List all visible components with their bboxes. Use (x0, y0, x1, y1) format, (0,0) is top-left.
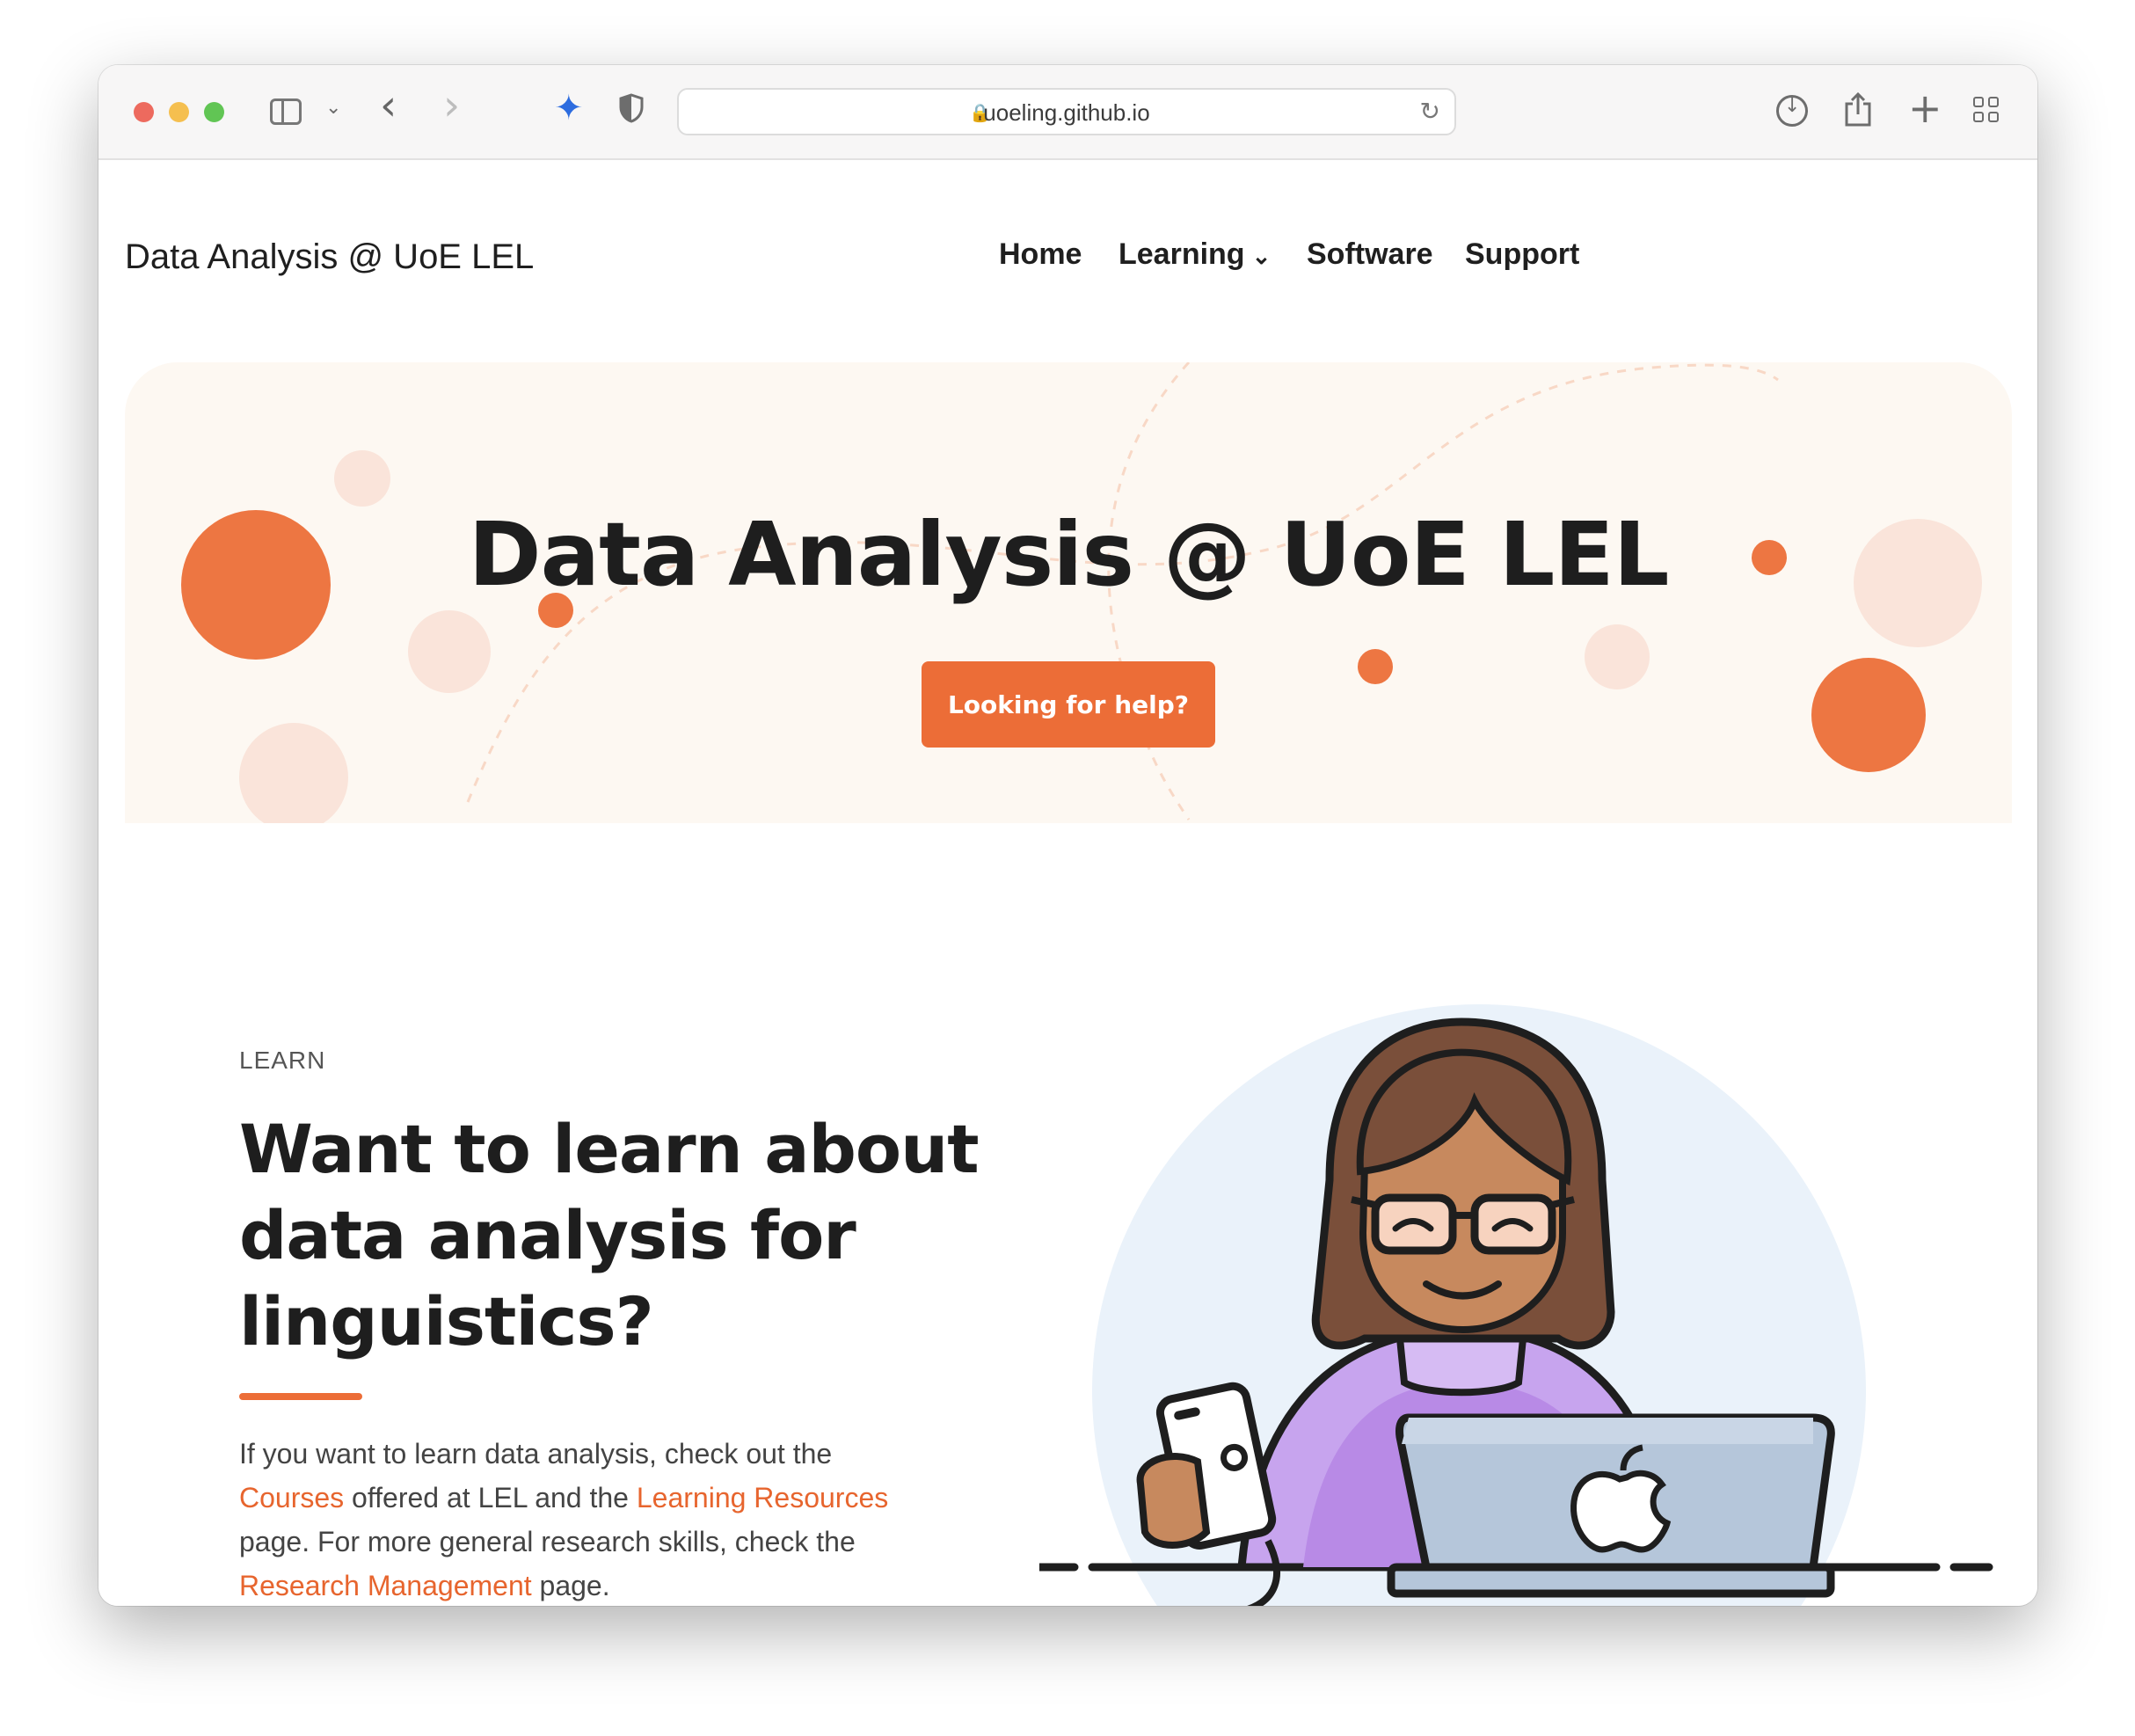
body-text-segment: page. (531, 1570, 610, 1601)
person-with-laptop-illustration (1039, 1004, 1993, 1606)
chevron-down-icon: ⌄ (1251, 243, 1272, 269)
zoom-window-button[interactable] (204, 102, 224, 122)
learning-resources-link[interactable]: Learning Resources (637, 1482, 888, 1514)
body-text-segment: offered at LEL and the (344, 1482, 637, 1514)
chevron-down-icon[interactable]: ⌄ (325, 97, 341, 119)
minimize-window-button[interactable] (169, 102, 189, 122)
research-management-link[interactable]: Research Management (239, 1570, 532, 1601)
decorative-circle (408, 610, 491, 693)
address-bar[interactable]: 🔒 uoeling.github.io ↻ (677, 88, 1456, 135)
privacy-shield-icon[interactable] (619, 93, 644, 123)
hero-title: Data Analysis @ UoE LEL (468, 503, 1670, 606)
nav-learning-label: Learning (1119, 237, 1245, 271)
forward-arrow-icon[interactable]: › (443, 81, 460, 130)
site-brand[interactable]: Data Analysis @ UoE LEL (125, 237, 534, 277)
decorative-circle (239, 723, 348, 823)
section-eyebrow: LEARN (239, 1047, 326, 1074)
share-icon[interactable] (1843, 91, 1873, 135)
nav-support[interactable]: Support (1465, 237, 1579, 272)
sidebar-toggle-icon[interactable] (270, 98, 302, 125)
courses-link[interactable]: Courses (239, 1482, 344, 1514)
decorative-circle (1811, 658, 1926, 772)
address-url: uoeling.github.io (983, 99, 1150, 126)
download-icon[interactable] (1776, 95, 1808, 127)
body-text-segment: If you want to learn data analysis, chec… (239, 1438, 833, 1470)
back-arrow-icon[interactable]: ‹ (380, 81, 397, 130)
reload-icon[interactable]: ↻ (1420, 97, 1440, 126)
nav-learning[interactable]: Learning ⌄ (1119, 237, 1271, 272)
nav-home[interactable]: Home (999, 237, 1082, 272)
decorative-circle (1585, 624, 1650, 689)
body-text-segment: page. For more general research skills, … (239, 1526, 856, 1557)
hero-section: Data Analysis @ UoE LEL Looking for help… (125, 362, 2012, 823)
browser-toolbar: ⌄ ‹ › ✦ 🔒 uoeling.github.io ↻ + (98, 65, 2037, 160)
tab-overview-icon[interactable] (1973, 97, 2001, 125)
decorative-circle (1358, 649, 1393, 684)
browser-window: ⌄ ‹ › ✦ 🔒 uoeling.github.io ↻ + Data Ana… (98, 65, 2037, 1606)
help-button[interactable]: Looking for help? (922, 661, 1215, 748)
section-title: Want to learn about data analysis for li… (239, 1110, 980, 1360)
decorative-circle (334, 450, 390, 507)
nav-software[interactable]: Software (1307, 237, 1433, 272)
section-body: If you want to learn data analysis, chec… (239, 1432, 925, 1606)
new-tab-icon[interactable]: + (1908, 84, 1942, 132)
close-window-button[interactable] (134, 102, 154, 122)
extension-icon[interactable]: ✦ (554, 88, 584, 128)
web-page: Data Analysis @ UoE LEL Home Learning ⌄ S… (98, 160, 2037, 1606)
title-underline (239, 1393, 362, 1400)
